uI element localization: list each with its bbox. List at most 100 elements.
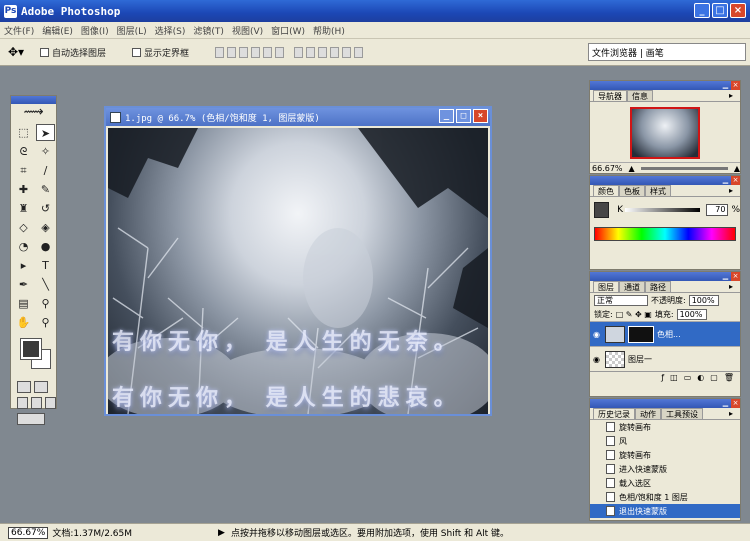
notes-tool-icon[interactable]: ▤ [14, 295, 33, 312]
menu-layer[interactable]: 图层(L) [117, 24, 147, 37]
history-brush-tool-icon[interactable]: ↺ [36, 200, 55, 217]
doc-maximize-button[interactable]: □ [456, 109, 471, 123]
eraser-tool-icon[interactable]: ◇ [14, 219, 33, 236]
doc-minimize-button[interactable]: _ [439, 109, 454, 123]
status-arrow-icon[interactable]: ▶ [218, 528, 225, 538]
palette-close-icon[interactable]: × [731, 81, 740, 90]
toolbox-header[interactable] [11, 96, 56, 104]
crop-tool-icon[interactable]: ⌗ [14, 162, 33, 179]
menu-filter[interactable]: 滤镜(T) [193, 24, 224, 37]
jump-to-imageready-icon[interactable] [17, 413, 45, 425]
align-right-icon[interactable] [275, 46, 285, 58]
visibility-eye-icon[interactable]: ◉ [593, 355, 602, 364]
layer-row[interactable]: ◉ 色相... [590, 321, 740, 346]
color-spectrum-ramp[interactable] [594, 227, 736, 241]
history-item[interactable]: 载入选区 [590, 476, 740, 490]
marquee-tool-icon[interactable]: ⬚ [14, 124, 33, 141]
doc-close-button[interactable]: × [473, 109, 488, 123]
history-item[interactable]: 进入快速蒙版 [590, 462, 740, 476]
quick-mask-mode-icon[interactable] [34, 381, 48, 393]
align-left-icon[interactable] [251, 46, 261, 58]
tab-paths[interactable]: 路径 [645, 281, 671, 292]
tab-channels[interactable]: 通道 [619, 281, 645, 292]
layer-mask-thumbnail[interactable] [628, 325, 654, 343]
visibility-eye-icon[interactable]: ◉ [593, 330, 602, 339]
minimize-button[interactable]: _ [694, 3, 710, 18]
status-zoom-field[interactable]: 66.67% [8, 526, 49, 539]
photoshop-feather-icon[interactable]: ⟿ [11, 104, 56, 122]
lasso-tool-icon[interactable]: ᘓ [14, 143, 33, 160]
menu-image[interactable]: 图像(I) [81, 24, 109, 37]
screen-mode-full-menu-icon[interactable] [31, 397, 42, 409]
tab-info[interactable]: 信息 [627, 90, 653, 101]
magic-wand-tool-icon[interactable]: ✧ [36, 143, 55, 160]
palette-minimize-icon[interactable]: ▁ [721, 399, 730, 408]
fill-input[interactable]: 100% [676, 308, 707, 320]
palette-minimize-icon[interactable]: ▁ [721, 81, 730, 90]
tab-history[interactable]: 历史记录 [593, 408, 635, 419]
screen-mode-full-icon[interactable] [45, 397, 56, 409]
distribute-right-icon[interactable] [354, 46, 364, 58]
palette-well[interactable]: 文件浏览器 | 画笔 [588, 43, 746, 61]
align-hcenter-icon[interactable] [263, 46, 273, 58]
tab-color[interactable]: 颜色 [593, 185, 619, 196]
line-tool-icon[interactable]: ╲ [36, 276, 55, 293]
tab-styles[interactable]: 样式 [645, 185, 671, 196]
gradient-tool-icon[interactable]: ◈ [36, 219, 55, 236]
history-item[interactable]: 风 [590, 434, 740, 448]
distribute-hcenter-icon[interactable] [342, 46, 352, 58]
history-item-active[interactable]: 退出快速蒙版 [590, 504, 740, 518]
distribute-bottom-icon[interactable] [318, 46, 328, 58]
navigator-zoom[interactable]: 66.67% [592, 164, 623, 173]
new-adjustment-icon[interactable]: ◐ [697, 373, 704, 382]
palette-menu-icon[interactable]: ▸ [725, 90, 737, 101]
document-title-bar[interactable]: 1.jpg @ 66.7% (色相/饱和度 1, 图层蒙版) _ □ × [106, 108, 490, 126]
palette-menu-icon[interactable]: ▸ [725, 408, 737, 419]
close-button[interactable]: × [730, 3, 746, 18]
menu-window[interactable]: 窗口(W) [271, 24, 305, 37]
layer-style-icon[interactable]: ƒ [661, 373, 664, 382]
maximize-button[interactable]: □ [712, 3, 728, 18]
blur-tool-icon[interactable]: ◔ [14, 238, 33, 255]
trash-icon[interactable]: 🗑 [724, 373, 734, 382]
new-set-icon[interactable]: ▭ [684, 373, 692, 382]
palette-close-icon[interactable]: × [731, 272, 740, 281]
brush-tool-icon[interactable]: ✎ [36, 181, 55, 198]
blend-mode-select[interactable]: 正常 [594, 294, 648, 306]
pen-tool-icon[interactable]: ✒ [14, 276, 33, 293]
palette-menu-icon[interactable]: ▸ [725, 185, 737, 196]
screen-mode-standard-icon[interactable] [17, 397, 28, 409]
move-tool-preset-icon[interactable]: ✥▾ [8, 45, 40, 59]
new-layer-icon[interactable]: ▢ [710, 373, 718, 382]
menu-select[interactable]: 选择(S) [155, 24, 186, 37]
type-tool-icon[interactable]: T [36, 257, 55, 274]
k-value-input[interactable]: 70 [705, 204, 729, 216]
palette-close-icon[interactable]: × [731, 176, 740, 185]
menu-help[interactable]: 帮助(H) [313, 24, 345, 37]
palette-header[interactable]: ▁ × [590, 272, 740, 281]
healing-brush-tool-icon[interactable]: ✚ [14, 181, 33, 198]
align-top-icon[interactable] [215, 46, 225, 58]
layer-row[interactable]: ◉ 图层一 [590, 346, 740, 371]
dodge-tool-icon[interactable]: ● [36, 238, 55, 255]
standard-mode-icon[interactable] [17, 381, 31, 393]
slice-tool-icon[interactable]: ∕ [36, 162, 55, 179]
distribute-vcenter-icon[interactable] [306, 46, 316, 58]
history-item[interactable]: 旋转画布 [590, 420, 740, 434]
zoom-out-icon[interactable]: ▲ [629, 164, 635, 173]
menu-edit[interactable]: 编辑(E) [42, 24, 73, 37]
clone-stamp-tool-icon[interactable]: ♜ [14, 200, 33, 217]
palette-header[interactable]: ▁ × [590, 399, 740, 408]
zoom-slider[interactable] [640, 166, 728, 170]
history-item[interactable]: 旋转画布 [590, 448, 740, 462]
tab-tool-presets[interactable]: 工具预设 [661, 408, 703, 419]
tab-layers[interactable]: 图层 [593, 281, 619, 292]
hand-tool-icon[interactable]: ✋ [14, 314, 33, 331]
menu-view[interactable]: 视图(V) [232, 24, 263, 37]
align-vcenter-icon[interactable] [227, 46, 237, 58]
palette-close-icon[interactable]: × [731, 399, 740, 408]
palette-header[interactable]: ▁ × [590, 81, 740, 90]
tab-navigator[interactable]: 导航器 [593, 90, 627, 101]
distribute-left-icon[interactable] [330, 46, 340, 58]
auto-select-layer-checkbox[interactable]: 自动选择图层 [40, 46, 106, 59]
